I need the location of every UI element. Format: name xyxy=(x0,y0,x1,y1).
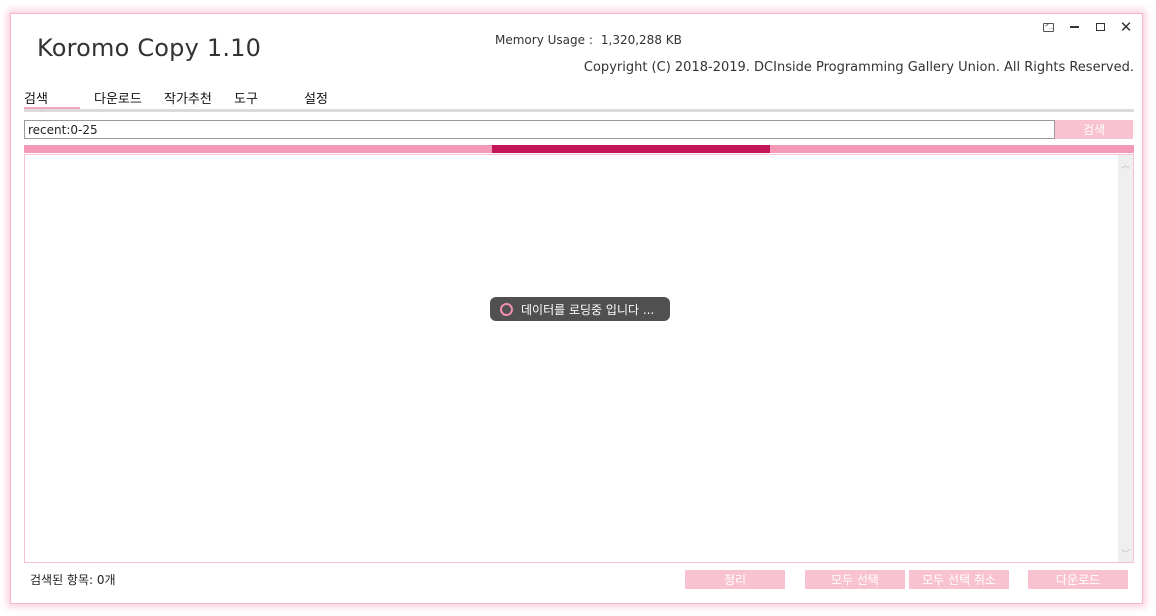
select-all-button[interactable]: 모두 선택 xyxy=(805,570,905,589)
copyright-text: Copyright (C) 2018-2019. DCInside Progra… xyxy=(583,60,1134,75)
minimize-button[interactable] xyxy=(1064,18,1084,36)
scroll-up-icon[interactable]: ︿ xyxy=(1118,157,1133,171)
download-button[interactable]: 다운로드 xyxy=(1028,570,1128,589)
scrollbar[interactable]: ︿ ﹀ xyxy=(1118,155,1133,562)
loading-indicator: 데이터를 로딩중 입니다 ... xyxy=(490,297,670,321)
maximize-icon xyxy=(1095,23,1105,31)
progress-fill xyxy=(492,145,770,153)
tab-artist-recommend[interactable]: 작가추천 xyxy=(164,88,212,107)
memory-usage: Memory Usage : 1,320,288 KB xyxy=(495,33,682,47)
progress-bar xyxy=(24,145,1134,153)
close-icon: ✕ xyxy=(1119,17,1133,36)
memory-label: Memory Usage : xyxy=(495,33,593,47)
tab-settings[interactable]: 설정 xyxy=(304,88,328,107)
scroll-down-icon[interactable]: ﹀ xyxy=(1118,546,1133,560)
tab-tools[interactable]: 도구 xyxy=(234,88,258,107)
app-title: Koromo Copy 1.10 xyxy=(37,34,262,62)
search-button[interactable]: 검색 xyxy=(1055,120,1133,139)
loading-text: 데이터를 로딩중 입니다 ... xyxy=(521,302,655,317)
close-button[interactable]: ✕ xyxy=(1116,18,1136,36)
spinner-icon xyxy=(500,302,513,316)
arrange-button[interactable]: 정리 xyxy=(685,570,785,589)
result-count: 검색된 항목: 0개 xyxy=(30,573,116,587)
tab-download[interactable]: 다운로드 xyxy=(94,88,142,107)
search-input[interactable] xyxy=(24,120,1055,139)
console-button[interactable] xyxy=(1038,18,1058,36)
minimize-icon xyxy=(1069,26,1079,28)
memory-value: 1,320,288 KB xyxy=(600,33,682,47)
results-panel: ︿ ﹀ 데이터를 로딩중 입니다 ... xyxy=(24,154,1134,563)
window-controls: ✕ xyxy=(1038,18,1136,36)
tab-divider xyxy=(24,109,1134,112)
deselect-all-button[interactable]: 모두 선택 취소 xyxy=(909,570,1009,589)
console-icon xyxy=(1042,21,1054,32)
maximize-button[interactable] xyxy=(1090,18,1110,36)
tab-search[interactable]: 검색 xyxy=(24,88,48,107)
app-window: Koromo Copy 1.10 Memory Usage : 1,320,288… xyxy=(10,13,1143,604)
